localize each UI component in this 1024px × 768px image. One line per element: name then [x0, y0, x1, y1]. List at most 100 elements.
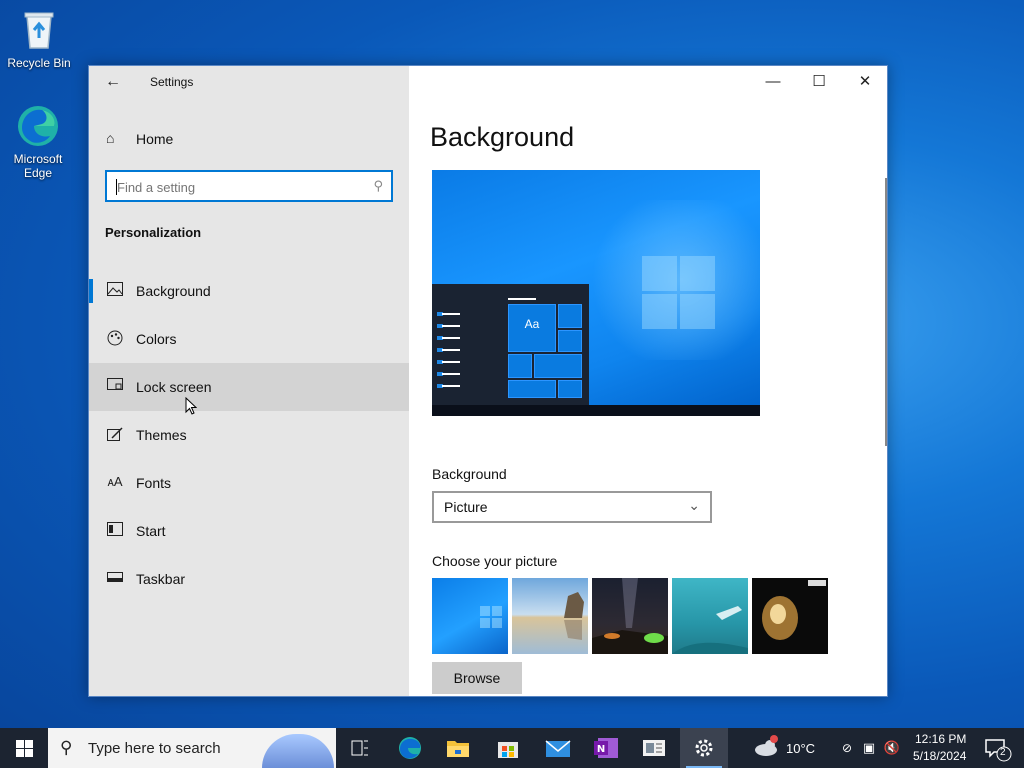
nav-label: Fonts [136, 475, 172, 491]
onenote-icon: N [594, 738, 618, 758]
desktop-icon-recycle-bin[interactable]: Recycle Bin [1, 8, 77, 70]
background-dropdown[interactable]: Picture ⌄ [432, 491, 712, 523]
nav-label: Start [136, 523, 166, 539]
preview-tile: Aa [508, 304, 556, 352]
gear-icon [695, 739, 713, 757]
volume-button[interactable]: 🔇 [880, 728, 904, 768]
edge-icon [399, 737, 421, 759]
minimize-icon: — [765, 73, 781, 90]
clock-button[interactable]: 12:16 PM 5/18/2024 [906, 728, 972, 768]
background-label: Background [432, 466, 507, 482]
volume-muted-icon: 🔇 [883, 740, 901, 755]
preview-start-menu: Aa [432, 284, 589, 405]
nav-item-taskbar[interactable]: Taskbar [89, 555, 409, 603]
find-setting-input[interactable] [117, 178, 357, 196]
mail-icon [545, 740, 571, 757]
maximize-icon: ☐ [812, 73, 826, 90]
clock-time: 12:16 PM [915, 732, 967, 746]
wifi-off-icon: ⊘ [841, 741, 853, 755]
settings-search-box[interactable]: ⚲ [105, 170, 393, 202]
start-button[interactable] [0, 728, 48, 768]
weather-button[interactable]: 10°C [750, 728, 820, 768]
desktop-icon-label: Recycle Bin [7, 56, 71, 70]
clock-date: 5/18/2024 [913, 749, 967, 763]
picture-thumbnail-5[interactable] [752, 578, 828, 654]
nav-item-fonts[interactable]: ᴀA Fonts [89, 459, 409, 507]
nav-item-start[interactable]: Start [89, 507, 409, 555]
nav-label: Colors [136, 331, 177, 347]
task-view-button[interactable] [336, 728, 384, 768]
choose-picture-label: Choose your picture [432, 553, 558, 569]
settings-content: — ☐ ✕ Background Aa Background Picture ⌄… [409, 66, 887, 696]
file-explorer-button[interactable] [434, 728, 482, 768]
picture-icon [106, 282, 124, 298]
start-icon [106, 522, 124, 538]
settings-window: ← Settings ⌂ Home ⚲ Personalization Back… [88, 65, 888, 697]
close-button[interactable]: ✕ [842, 66, 887, 98]
desktop-icon-label: Microsoft Edge [13, 152, 63, 180]
themes-icon [106, 426, 124, 442]
store-button[interactable] [484, 728, 532, 768]
store-icon [498, 742, 518, 758]
ethernet-icon: ▣ [862, 740, 876, 755]
taskbar: ⚲ Type here to search N 10°C ⊘ ▣ 🔇 12:16… [0, 728, 1024, 768]
background-preview: Aa [432, 170, 760, 416]
home-label: Home [136, 131, 174, 147]
fonts-icon: ᴀA [107, 474, 123, 489]
back-button[interactable]: ← [101, 72, 125, 92]
weather-temperature: 10°C [786, 741, 816, 756]
page-title: Background [430, 122, 575, 152]
mail-button[interactable] [534, 728, 582, 768]
news-button[interactable] [630, 728, 678, 768]
home-nav-item[interactable]: ⌂ Home [89, 124, 409, 154]
settings-taskbar-button[interactable] [680, 728, 728, 768]
home-icon: ⌂ [106, 130, 115, 146]
ethernet-icon-button[interactable]: ▣ [858, 728, 880, 768]
selection-indicator [89, 279, 93, 303]
close-icon: ✕ [858, 73, 872, 90]
edge-icon [16, 104, 60, 148]
chevron-down-icon: ⌄ [688, 497, 700, 513]
onenote-button[interactable]: N [582, 728, 630, 768]
folder-icon [447, 741, 469, 757]
picture-thumbnail-3[interactable] [592, 578, 668, 654]
maximize-button[interactable]: ☐ [796, 66, 842, 98]
windows-logo-icon [642, 256, 716, 330]
nav-item-background[interactable]: Background [89, 267, 409, 315]
network-icon-button[interactable]: ⊘ [836, 728, 858, 768]
task-view-icon [351, 740, 368, 756]
action-center-button[interactable]: 2 [976, 728, 1020, 768]
background-dropdown-value: Picture [444, 499, 488, 515]
content-scrollbar[interactable] [885, 178, 887, 446]
notification-icon [985, 739, 1012, 762]
taskbar-search-box[interactable]: ⚲ Type here to search [48, 728, 336, 768]
nav-label: Lock screen [136, 379, 212, 395]
recycle-bin-icon [17, 8, 61, 52]
svg-text:N: N [597, 744, 605, 755]
minimize-button[interactable]: — [750, 66, 796, 98]
browse-button[interactable]: Browse [432, 662, 522, 694]
picture-thumbnail-1[interactable] [432, 578, 508, 654]
search-icon: ⚲ [60, 738, 73, 757]
taskbar-search-placeholder: Type here to search [88, 740, 221, 757]
nav-label: Themes [136, 427, 187, 443]
notification-count: 2 [1000, 747, 1006, 758]
nav-item-themes[interactable]: Themes [89, 411, 409, 459]
search-icon: ⚲ [373, 178, 383, 193]
preview-taskbar [432, 405, 760, 416]
nav-label: Taskbar [136, 571, 186, 587]
palette-icon [106, 330, 124, 346]
nav-item-colors[interactable]: Colors [89, 315, 409, 363]
cloud-icon [755, 735, 778, 756]
edge-taskbar-button[interactable] [386, 728, 434, 768]
back-arrow-icon: ← [105, 73, 121, 90]
section-title: Personalization [105, 225, 202, 240]
lock-screen-icon [106, 378, 124, 394]
nav-item-lock-screen[interactable]: Lock screen [89, 363, 409, 415]
settings-sidebar: ← Settings ⌂ Home ⚲ Personalization Back… [89, 66, 409, 696]
picture-thumbnail-4[interactable] [672, 578, 748, 654]
picture-thumbnail-2[interactable] [512, 578, 588, 654]
news-icon [643, 740, 665, 756]
nav-label: Background [136, 283, 211, 299]
desktop-icon-edge[interactable]: Microsoft Edge [0, 104, 76, 180]
